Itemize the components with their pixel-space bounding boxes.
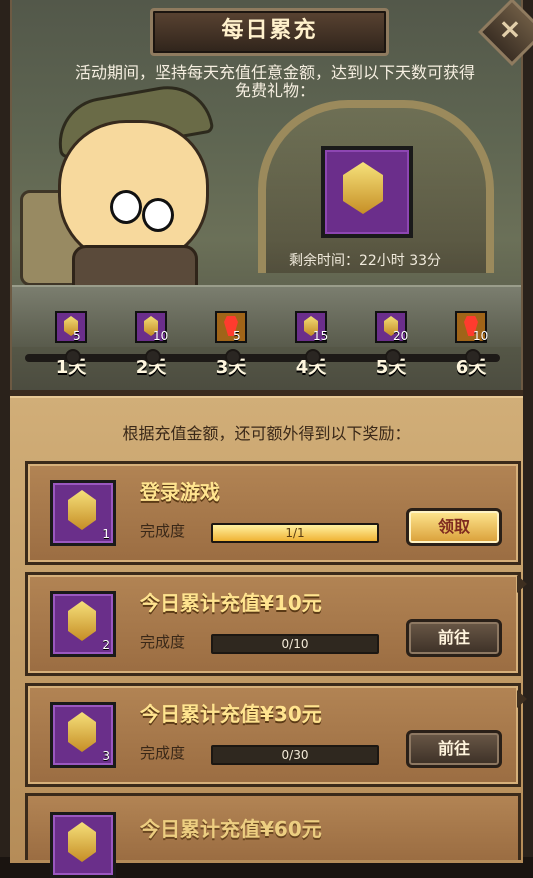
progress-text: 0/10 (281, 637, 309, 651)
progress-text: 1/1 (285, 526, 305, 540)
task-title: 今日累计充值¥30元 (140, 702, 322, 726)
reward-count: 20 (393, 329, 409, 343)
gold-crystal-icon (68, 712, 96, 752)
day-reward-3[interactable]: 5 3天 (203, 311, 259, 379)
day-reward-4[interactable]: 15 4天 (283, 311, 339, 379)
task-title: 今日累计充值¥10元 (140, 591, 322, 615)
progress-dot (465, 349, 481, 365)
remaining-time: 剩余时间：22小时 33分 (288, 253, 442, 269)
reward-count: 15 (313, 329, 329, 343)
progress-label: 完成度 (140, 744, 186, 762)
featured-reward-icon[interactable] (321, 146, 413, 238)
reward-count: 10 (153, 329, 169, 343)
reward-quantity: 3 (102, 749, 110, 763)
day-reward-6[interactable]: 10 6天 (443, 311, 499, 379)
task-card: 3 今日累计充值¥30元 完成度 0/30 前往 (25, 683, 521, 787)
progress-dot (385, 349, 401, 365)
reward-icon[interactable]: 2 (50, 591, 116, 657)
progress-dot (65, 349, 81, 365)
red-emblem-icon (215, 311, 247, 343)
progress-dot (305, 349, 321, 365)
progress-text: 0/30 (281, 748, 309, 762)
progress-label: 完成度 (140, 522, 186, 540)
progress-dot (145, 349, 161, 365)
task-title: 登录游戏 (140, 480, 220, 504)
intro-text: 活动期间，坚持每天充值任意金额，达到以下天数可获得免费礼物： (74, 63, 475, 100)
gold-crystal-icon (68, 490, 96, 530)
reward-icon[interactable]: 3 (50, 702, 116, 768)
claim-button[interactable]: 领取 (406, 508, 502, 546)
progress-label: 完成度 (140, 633, 186, 651)
gold-crystal-icon (68, 601, 96, 641)
reward-icon[interactable] (50, 812, 116, 878)
gold-crystal-icon (55, 311, 87, 343)
progress-dot (225, 349, 241, 365)
gold-crystal-icon (343, 162, 383, 214)
task-card-partial: 今日累计充值¥60元 (25, 793, 521, 878)
progress-bar: 0/10 (211, 634, 379, 654)
character-eye-left (110, 190, 142, 224)
reward-count: 5 (233, 329, 241, 343)
progress-bar: 0/30 (211, 745, 379, 765)
task-card: 1 登录游戏 完成度 1/1 领取 (25, 461, 521, 565)
gold-crystal-icon (68, 822, 96, 862)
day-reward-2[interactable]: 10 2天 (123, 311, 179, 379)
progress-bar: 1/1 (211, 523, 379, 543)
go-button[interactable]: 前往 (406, 619, 502, 657)
reward-count: 10 (473, 329, 489, 343)
page-title: 每日累充 (150, 8, 389, 56)
go-button[interactable]: 前往 (406, 730, 502, 768)
extra-rewards-heading: 根据充值金额，还可额外得到以下奖励： (122, 424, 411, 443)
task-title: 今日累计充值¥60元 (140, 817, 322, 841)
day-reward-5[interactable]: 20 5天 (363, 311, 419, 379)
close-icon[interactable]: × (495, 8, 525, 50)
reward-quantity: 1 (102, 527, 110, 541)
task-card: 2 今日累计充值¥10元 完成度 0/10 前往 (25, 572, 521, 676)
reward-count: 5 (73, 329, 81, 343)
reward-quantity: 2 (102, 638, 110, 652)
character-eye-right (142, 198, 174, 232)
reward-icon[interactable]: 1 (50, 480, 116, 546)
day-reward-1[interactable]: 5 1天 (43, 311, 99, 379)
